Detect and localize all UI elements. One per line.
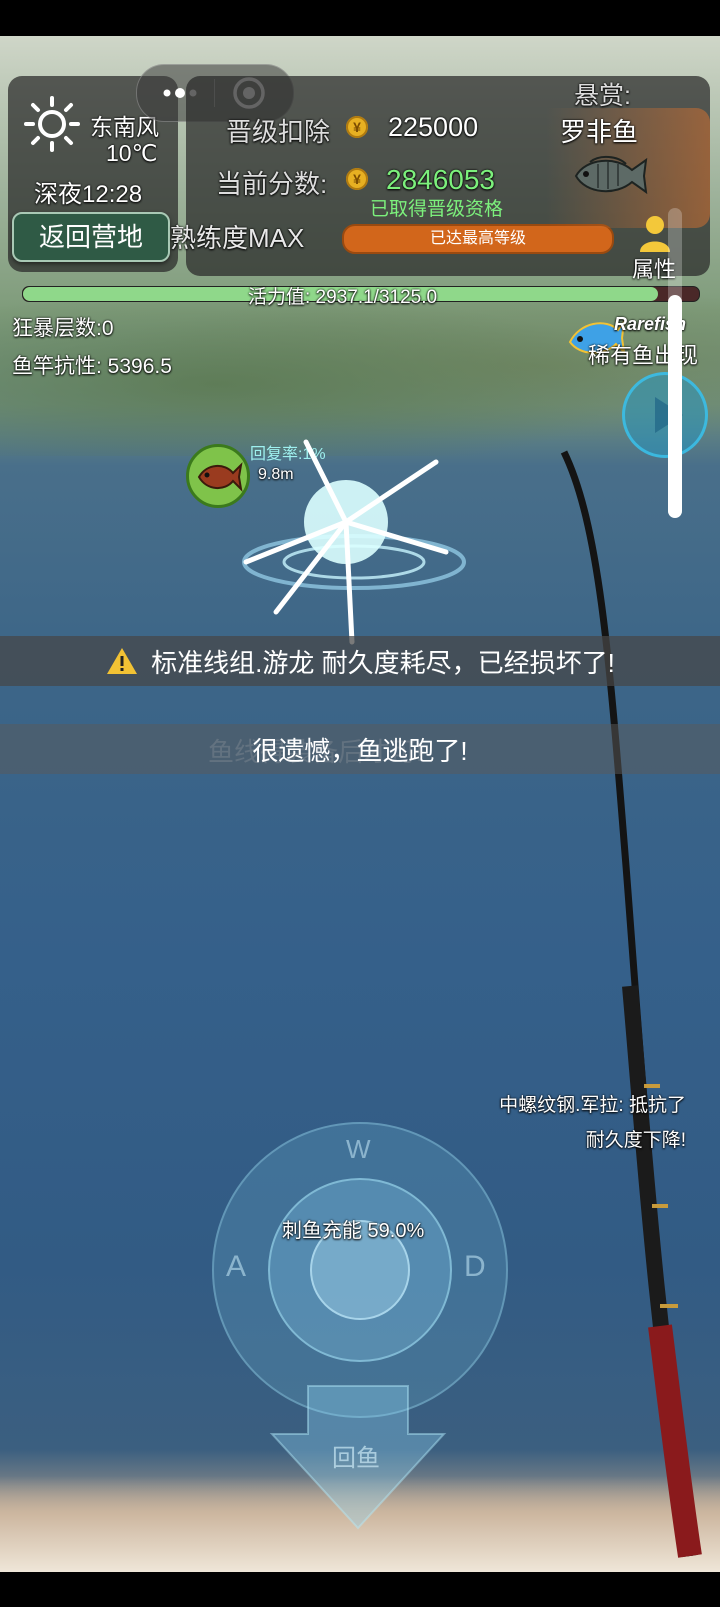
rare-fish-alert[interactable]: Rarefish 稀有鱼出现 — [566, 312, 714, 368]
hook-charge: 刺鱼充能 59.0% — [282, 1220, 425, 1242]
return-camp-button[interactable]: 返回营地 — [12, 212, 170, 262]
game-time: 深夜12:28 — [34, 181, 143, 208]
tilapia-icon — [570, 152, 650, 198]
play-icon — [655, 397, 683, 433]
return-camp-label: 返回营地 — [38, 222, 143, 252]
user-icon — [638, 214, 672, 252]
temperature: 10℃ — [106, 140, 158, 166]
fishing-rod — [560, 450, 702, 1558]
joystick-right-label: D — [464, 1250, 486, 1283]
reel-label: 回鱼 — [332, 1445, 380, 1472]
coin-icon: ¥ — [346, 116, 368, 138]
proficiency-text: 熟练度MAX — [170, 223, 305, 253]
qualified-text: 已取得晋级资格 — [370, 199, 504, 220]
warning-icon — [107, 648, 138, 674]
vitality-text: 活力值: 2937.1/3125.0 — [248, 287, 438, 308]
coin-icon: ¥ — [346, 168, 368, 190]
joystick-up-label: W — [346, 1134, 371, 1164]
max-level-bar: 已达最高等级 — [342, 224, 614, 254]
line-broken-banner: 标准线组.游龙 耐久度耗尽，已经损坏了! — [0, 636, 720, 686]
joystick-left-label: A — [226, 1250, 247, 1283]
max-level-label: 已达最高等级 — [429, 230, 526, 247]
water-splash — [236, 432, 476, 652]
notice-line-1: 中螺纹钢.军拉: 抵抗了 — [499, 1095, 686, 1116]
game-scene: 东南风 10℃ 深夜12:28 返回营地 晋级扣除 ¥ 225000 当前分数:… — [0, 36, 720, 1572]
rage-stacks: 狂暴层数:0 — [12, 317, 114, 340]
bounty-label: 悬赏: — [574, 82, 631, 110]
notice-line-2: 耐久度下降! — [585, 1130, 686, 1151]
deduct-label: 晋级扣除 — [226, 117, 331, 147]
score-label: 当前分数: — [216, 169, 328, 199]
fish-escaped-banner: 很遗憾，鱼逃跑了! — [0, 724, 720, 774]
rod-resistance: 鱼竿抗性: 5396.5 — [12, 355, 172, 378]
sun-icon — [22, 94, 82, 154]
deduct-value: 225000 — [388, 112, 479, 142]
score-value: 2846053 — [386, 164, 496, 195]
line-broken-text: 标准线组.游龙 耐久度耗尽，已经损坏了! — [151, 647, 615, 678]
bounty-fish-name: 罗非鱼 — [560, 117, 639, 147]
durability-notice: 中螺纹钢.军拉: 抵抗了 耐久度下降! — [494, 1090, 686, 1152]
fish-escaped-text: 很遗憾，鱼逃跑了! — [252, 735, 468, 766]
